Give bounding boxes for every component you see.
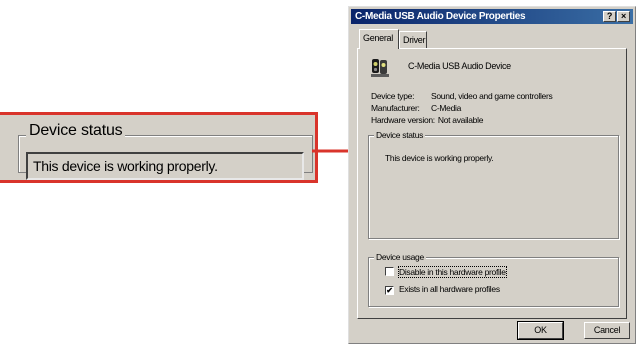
close-button[interactable]: × <box>617 11 630 22</box>
property-row: Device type: Sound, video and game contro… <box>371 91 553 101</box>
tab-general[interactable]: General <box>359 29 399 49</box>
exists-all-profiles-label[interactable]: Exists in all hardware profiles <box>399 284 500 294</box>
zoom-callout: Device status This device is working pro… <box>0 112 318 183</box>
speaker-device-icon <box>371 59 389 77</box>
callout-group-title: Device status <box>26 122 126 140</box>
device-status-label: Device status <box>374 130 426 140</box>
disable-profile-option[interactable]: Disable in this hardware profile <box>385 266 507 278</box>
property-row: Hardware version: Not available <box>371 115 483 125</box>
property-key: Hardware version: <box>371 115 435 125</box>
property-value: C-Media <box>431 103 462 113</box>
disable-profile-label[interactable]: Disable in this hardware profile <box>398 266 507 278</box>
cancel-button[interactable]: Cancel <box>584 322 630 339</box>
property-value: Sound, video and game controllers <box>431 91 553 101</box>
device-usage-group <box>368 257 619 307</box>
callout-status-text: This device is working properly. <box>26 152 304 180</box>
title-bar[interactable]: C-Media USB Audio Device Properties ? × <box>351 9 633 24</box>
device-status-text: This device is working properly. <box>385 153 494 163</box>
property-key: Manufacturer: <box>371 103 420 113</box>
disable-profile-checkbox[interactable] <box>385 267 394 276</box>
exists-all-profiles-checkbox[interactable]: ✔ <box>385 286 394 295</box>
device-usage-label: Device usage <box>374 252 426 262</box>
properties-dialog: C-Media USB Audio Device Properties ? × … <box>348 6 636 344</box>
device-status-group <box>368 135 619 239</box>
ok-button[interactable]: OK <box>518 322 563 339</box>
tab-driver[interactable]: Driver <box>399 31 427 49</box>
device-name: C-Media USB Audio Device <box>408 61 511 71</box>
help-button[interactable]: ? <box>603 11 616 22</box>
property-value: Not available <box>437 115 484 125</box>
property-key: Device type: <box>371 91 415 101</box>
dialog-title: C-Media USB Audio Device Properties <box>355 11 526 22</box>
exists-all-profiles-option[interactable]: ✔ Exists in all hardware profiles <box>385 284 500 295</box>
property-row: Manufacturer: C-Media <box>371 103 461 113</box>
